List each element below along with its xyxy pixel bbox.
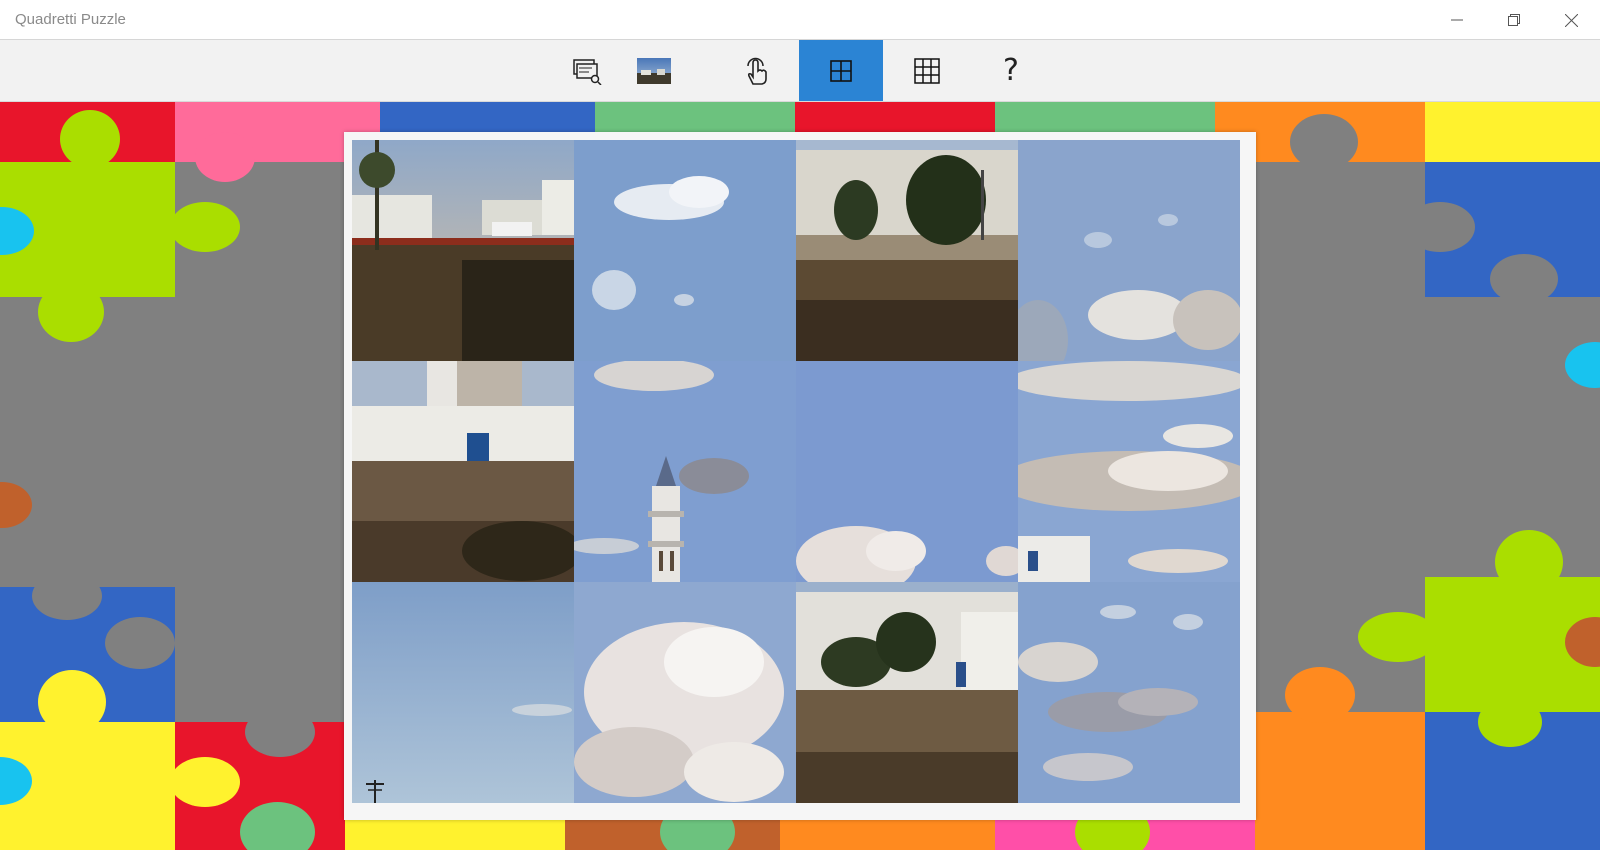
bg-knob [1285, 667, 1355, 723]
bg-knob [170, 757, 240, 807]
help-icon: ? [1003, 53, 1019, 88]
tile-image [796, 582, 1018, 803]
bg-knob [1290, 114, 1358, 170]
change-picture-icon [573, 58, 602, 85]
puzzle-tile[interactable] [352, 361, 574, 582]
picture-preview-button[interactable] [612, 40, 696, 101]
bg-knob [1565, 342, 1600, 388]
bg-knob [38, 282, 104, 342]
bg-piece-red-2 [795, 102, 995, 132]
tile-image [574, 361, 796, 582]
grid-3x3-icon [914, 57, 940, 84]
minimize-icon [1451, 19, 1463, 21]
tile-image [796, 140, 1018, 361]
puzzle-tile[interactable] [1018, 582, 1240, 803]
bg-knob [105, 617, 175, 669]
bg-piece-green-2 [995, 102, 1215, 132]
tile-image [352, 140, 574, 361]
title-bar: Quadretti Puzzle [0, 0, 1600, 40]
puzzle-board [344, 132, 1256, 820]
puzzle-tile[interactable] [796, 582, 1018, 803]
tile-image [1018, 582, 1240, 803]
bg-knob [195, 132, 255, 182]
tile-image [574, 140, 796, 361]
puzzle-tile[interactable] [1018, 140, 1240, 361]
app-title: Quadretti Puzzle [15, 11, 126, 28]
bg-knob [38, 670, 106, 734]
close-button[interactable] [1548, 0, 1594, 40]
bg-knob [0, 482, 32, 528]
puzzle-tile[interactable] [796, 361, 1018, 582]
tile-image [574, 582, 796, 803]
grid-2x2-button[interactable] [799, 40, 883, 101]
restore-icon [1508, 14, 1520, 26]
grid-2x2-icon [830, 59, 852, 82]
bg-knob [32, 572, 102, 620]
bg-piece-blue [380, 102, 595, 132]
puzzle-tile[interactable] [796, 140, 1018, 361]
help-button[interactable]: ? [969, 40, 1053, 101]
puzzle-tile[interactable] [1018, 361, 1240, 582]
picture-preview-thumbnail [637, 57, 671, 84]
bg-knob [1405, 202, 1475, 252]
bg-piece-green [595, 102, 795, 132]
puzzle-tile[interactable] [574, 361, 796, 582]
minimize-button[interactable] [1434, 0, 1480, 40]
toolbar: ? [0, 40, 1600, 102]
close-icon [1564, 13, 1578, 27]
bg-knob [1490, 254, 1558, 304]
bg-knob [1495, 530, 1563, 594]
puzzle-tile[interactable] [574, 140, 796, 361]
puzzle-tile[interactable] [352, 140, 574, 361]
touch-hand-icon [747, 57, 767, 85]
tile-image [796, 361, 1018, 582]
touch-mode-button[interactable] [715, 40, 799, 101]
tile-image [352, 361, 574, 582]
tile-image [1018, 140, 1240, 361]
grid-3x3-button[interactable] [885, 40, 969, 101]
puzzle-tile[interactable] [574, 582, 796, 803]
tile-image [352, 582, 574, 803]
bg-knob [60, 110, 120, 168]
bg-knob [170, 202, 240, 252]
bg-piece-orange-2 [1255, 712, 1425, 850]
bg-knob [1478, 697, 1542, 747]
restore-button[interactable] [1491, 0, 1537, 40]
tile-image [1018, 361, 1240, 582]
puzzle-tile[interactable] [352, 582, 574, 803]
bg-knob [245, 707, 315, 757]
bg-knob [1358, 612, 1438, 662]
